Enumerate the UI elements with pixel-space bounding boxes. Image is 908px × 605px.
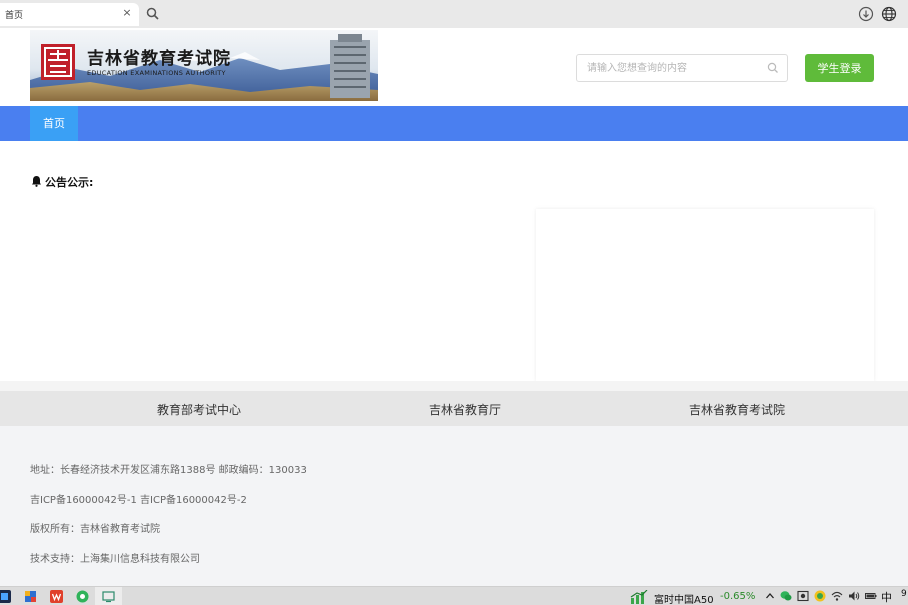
search-input[interactable] bbox=[587, 60, 762, 76]
footer-link-exam-center[interactable]: 教育部考试中心 bbox=[157, 401, 241, 418]
tray-wechat-icon[interactable] bbox=[780, 590, 792, 602]
browser-app-icon[interactable] bbox=[76, 590, 89, 603]
main-nav: 首页 bbox=[0, 106, 908, 141]
stock-chart-icon bbox=[630, 590, 648, 604]
os-taskbar: 富时中国A50 -0.65% 中 9 bbox=[0, 586, 908, 605]
footer-copyright: 版权所有：吉林省教育考试院 bbox=[30, 524, 160, 535]
wps-app-icon[interactable] bbox=[50, 590, 63, 603]
bell-icon bbox=[32, 176, 41, 187]
nav-item-home[interactable]: 首页 bbox=[30, 106, 78, 141]
footer-divider bbox=[0, 381, 908, 391]
footer-info: 地址：长春经济技术开发区浦东路1388号 邮政编码：130033 吉ICP备16… bbox=[0, 426, 908, 586]
screen-app-icon[interactable] bbox=[102, 590, 115, 603]
tray-volume-icon[interactable] bbox=[848, 590, 860, 602]
footer-link-exam-authority[interactable]: 吉林省教育考试院 bbox=[689, 401, 785, 418]
tab-title: 首页 bbox=[5, 11, 24, 21]
site-search-box bbox=[576, 54, 788, 82]
notice-label: 公告公示: bbox=[45, 176, 94, 189]
tray-wifi-icon[interactable] bbox=[831, 590, 843, 602]
notice-side-panel bbox=[536, 209, 874, 381]
office-app-icon[interactable] bbox=[24, 590, 37, 603]
browser-window: 首页 × 吉林省教育考试院 EDUCATION EXAMINATIONS AUT… bbox=[0, 0, 908, 605]
globe-icon[interactable] bbox=[881, 6, 897, 22]
student-login-button[interactable]: 学生登录 bbox=[805, 54, 874, 82]
stock-name: 富时中国A50 bbox=[654, 595, 714, 605]
tray-ime-indicator[interactable]: 中 bbox=[881, 589, 892, 605]
search-submit-icon[interactable] bbox=[767, 62, 779, 74]
site-logo-banner[interactable]: 吉林省教育考试院 EDUCATION EXAMINATIONS AUTHORIT… bbox=[30, 30, 378, 101]
banner-subtitle: EDUCATION EXAMINATIONS AUTHORITY bbox=[87, 69, 226, 77]
footer-links-bar: 教育部考试中心 吉林省教育厅 吉林省教育考试院 bbox=[0, 391, 908, 426]
browser-tab-bar: 首页 × bbox=[0, 0, 908, 28]
tray-expand-icon[interactable] bbox=[764, 590, 776, 602]
tray-security-icon[interactable] bbox=[814, 590, 826, 602]
footer-address: 地址：长春经济技术开发区浦东路1388号 邮政编码：130033 bbox=[30, 465, 307, 476]
footer-tech-support: 技术支持：上海集川信息科技有限公司 bbox=[30, 554, 200, 565]
download-icon[interactable] bbox=[858, 6, 874, 22]
browser-tab[interactable]: 首页 × bbox=[0, 3, 139, 26]
tray-capture-icon[interactable] bbox=[797, 590, 809, 602]
footer-link-education-dept[interactable]: 吉林省教育厅 bbox=[429, 401, 501, 418]
tab-close-icon[interactable]: × bbox=[121, 6, 133, 20]
tray-clock[interactable]: 9 bbox=[901, 589, 907, 599]
banner-title: 吉林省教育考试院 bbox=[87, 49, 231, 69]
photoshop-app-icon[interactable] bbox=[0, 590, 11, 603]
stock-change: -0.65% bbox=[720, 591, 756, 602]
search-icon[interactable] bbox=[145, 6, 161, 22]
footer-icp: 吉ICP备16000042号-1 吉ICP备16000042号-2 bbox=[30, 495, 247, 506]
tray-battery-icon[interactable] bbox=[865, 590, 877, 602]
